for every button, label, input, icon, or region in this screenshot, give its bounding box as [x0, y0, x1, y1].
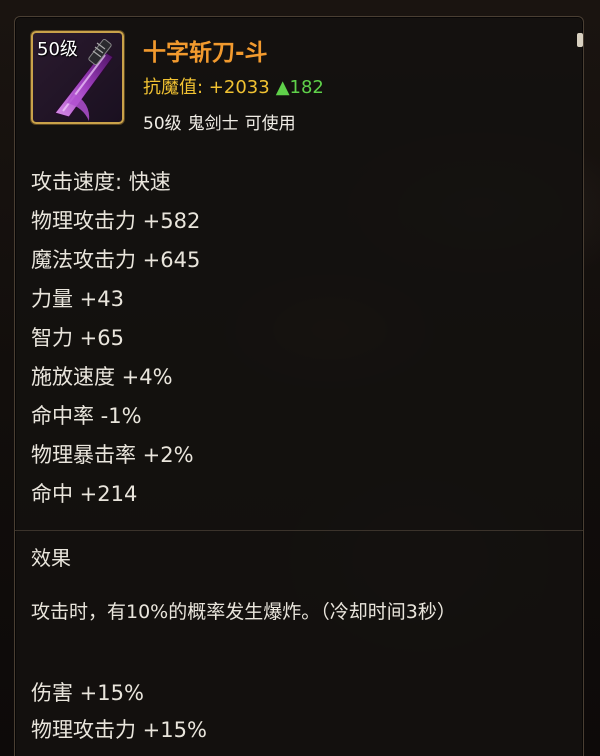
scroll-marker: [577, 33, 583, 47]
effect-title: 效果: [31, 546, 71, 570]
stat-physical-crit: 物理暴击率 +2%: [31, 443, 194, 467]
item-level-badge: 50级: [37, 39, 78, 60]
usable-status: 可使用: [244, 114, 296, 134]
stat-list: 攻击速度: 快速 物理攻击力 +582 魔法攻击力 +645 力量 +43 智力…: [31, 163, 200, 514]
item-name: 十字斩刀-斗: [143, 40, 268, 66]
stat-intelligence: 智力 +65: [31, 326, 124, 350]
stat-hit: 命中 +214: [31, 482, 138, 506]
resist-delta: ▲182: [275, 77, 324, 98]
stat-cast-speed: 施放速度 +4%: [31, 365, 173, 389]
item-icon-frame[interactable]: 50级: [31, 31, 124, 124]
stat-hit-rate: 命中率 -1%: [31, 404, 142, 428]
required-class: 鬼剑士: [187, 114, 239, 134]
item-tooltip: 50级 十字斩刀-斗 抗魔值: +2033 ▲182 50级 鬼剑士 可使用 攻…: [14, 16, 584, 756]
stat-attack-speed: 攻击速度: 快速: [31, 170, 171, 194]
stat-physical-attack: 物理攻击力 +582: [31, 209, 201, 233]
item-header: 50级 十字斩刀-斗 抗魔值: +2033 ▲182 50级 鬼剑士 可使用: [31, 31, 563, 151]
effect-physical-attack: 物理攻击力 +15%: [31, 718, 207, 742]
stat-magic-attack: 魔法攻击力 +645: [31, 248, 201, 272]
stat-strength: 力量 +43: [31, 287, 124, 311]
effect-damage: 伤害 +15%: [31, 681, 144, 705]
resist-value: 抗魔值: +2033: [143, 77, 270, 98]
level-requirement: 50级 鬼剑士 可使用: [143, 109, 302, 134]
resist-row: 抗魔值: +2033 ▲182: [143, 73, 324, 99]
effect-description: 攻击时，有10%的概率发生爆炸。（冷却时间3秒）: [31, 601, 456, 623]
section-divider: [15, 530, 583, 531]
required-level: 50级: [143, 114, 182, 134]
effect-stat-list: 伤害 +15% 物理攻击力 +15%: [31, 675, 207, 749]
